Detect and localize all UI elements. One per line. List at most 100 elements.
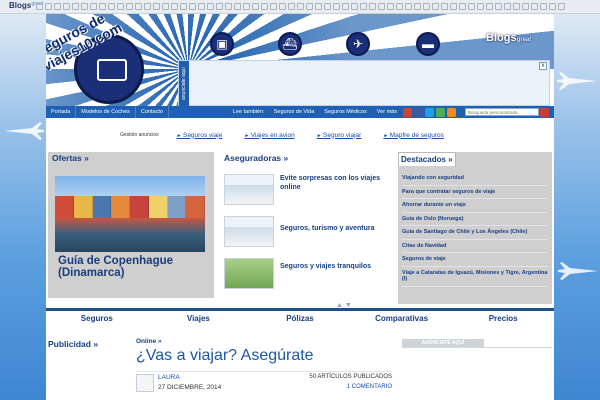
destacados-title[interactable]: Destacados » [398, 152, 456, 166]
publicidad-title[interactable]: Publicidad » [48, 339, 98, 349]
item-thumbnail[interactable] [224, 174, 274, 205]
toolbar-icon[interactable] [495, 3, 502, 10]
ofertas-caption[interactable]: Guía de Copenhague (Dinamarca) [58, 255, 208, 279]
toolbar-icon[interactable] [549, 3, 556, 10]
toolbar-icon[interactable] [324, 3, 331, 10]
menu-item-seguros[interactable]: Seguros [46, 314, 148, 323]
toolbar-icon[interactable] [360, 3, 367, 10]
toolbar-icon[interactable] [261, 3, 268, 10]
toolbar-icon[interactable] [225, 3, 232, 10]
copenhague-photo[interactable] [55, 176, 205, 252]
item-title[interactable]: Seguros y viajes tranquilos [280, 262, 392, 271]
item-title[interactable]: Seguros, turismo y aventura [280, 224, 392, 233]
toolbar-icon[interactable] [63, 3, 70, 10]
toolbar-icon[interactable] [117, 3, 124, 10]
anunciate-aqui-tab[interactable]: ANÚNCIATE AQUÍ [402, 339, 484, 347]
toolbar-icon[interactable] [135, 3, 142, 10]
menu-item-comparativas[interactable]: Comparativas [351, 314, 453, 323]
header-ad-banner[interactable]: anunciate aquí x [178, 60, 550, 106]
toolbar-icon[interactable] [558, 3, 565, 10]
toolbar-icon[interactable] [108, 3, 115, 10]
car-icon[interactable]: ▬ [416, 32, 440, 56]
toolbar-icon[interactable] [540, 3, 547, 10]
toolbar-icon[interactable] [207, 3, 214, 10]
toolbar-icon[interactable] [522, 3, 529, 10]
toolbar-icon[interactable] [180, 3, 187, 10]
toolbar-icon[interactable] [162, 3, 169, 10]
ad-link-viajes-avion[interactable]: Viajes en avion [244, 132, 295, 139]
toolbar-icon[interactable] [405, 3, 412, 10]
toolbar-icon[interactable] [216, 3, 223, 10]
ad-link-seguros-viaje[interactable]: Seguros viaje [177, 132, 222, 139]
toolbar-icon[interactable] [450, 3, 457, 10]
toolbar-icon[interactable] [252, 3, 259, 10]
rss-icon[interactable] [446, 107, 456, 117]
nav-link-ver-mas[interactable]: Ver más [372, 109, 402, 115]
toolbar-icon[interactable] [486, 3, 493, 10]
menu-item-polizas[interactable]: Pólizas [249, 314, 351, 323]
toolbar-icon[interactable] [234, 3, 241, 10]
facebook-icon[interactable] [413, 107, 423, 117]
list-item[interactable]: Seguros de viaje [402, 253, 548, 267]
nav-item-modelos[interactable]: Modelos de Coches [76, 106, 136, 118]
menu-item-viajes[interactable]: Viajes [148, 314, 250, 323]
list-item[interactable]: Guia de Santiago de Chile y Los Ángeles … [402, 226, 548, 240]
nav-item-contacto[interactable]: Contacto [136, 106, 169, 118]
list-item[interactable]: Citas de Navidad [402, 240, 548, 253]
post-author[interactable]: LAURA [158, 374, 180, 381]
toolbar-icon[interactable] [99, 3, 106, 10]
toolbar-icon[interactable] [459, 3, 466, 10]
toolbar-icon[interactable] [306, 3, 313, 10]
toolbar-icon[interactable] [342, 3, 349, 10]
toolbar-icon[interactable] [396, 3, 403, 10]
toolbar-icon[interactable] [315, 3, 322, 10]
toolbar-icon[interactable] [72, 3, 79, 10]
category-online[interactable]: Online » [136, 338, 162, 345]
skype-icon[interactable] [424, 107, 434, 117]
toolbar-icon[interactable] [477, 3, 484, 10]
search-icon[interactable] [539, 107, 549, 117]
toolbar-icon[interactable] [504, 3, 511, 10]
nav-item-portada[interactable]: Portada [46, 106, 77, 118]
menu-item-precios[interactable]: Precios [452, 314, 554, 323]
toolbar-icon[interactable] [171, 3, 178, 10]
ad-close-icon[interactable]: x [539, 62, 547, 70]
ship-icon[interactable]: ⛴ [278, 32, 302, 56]
toolbar-icon[interactable] [387, 3, 394, 10]
avatar[interactable] [136, 374, 154, 392]
toolbar-icon[interactable] [54, 3, 61, 10]
list-item[interactable]: Guia de Oslo (Noruega) [402, 213, 548, 226]
aseguradoras-title[interactable]: Aseguradoras » [224, 153, 392, 163]
search-input[interactable]: Búsqueda personalizada [464, 108, 539, 116]
great-blogs-logo[interactable]: Blogsgreat [486, 32, 531, 44]
list-item[interactable]: Viaje a Cataratas de Iguazú, Misiones y … [402, 267, 548, 287]
toolbar-icon[interactable] [198, 3, 205, 10]
item-title[interactable]: Evite sorpresas con los viajes online [280, 174, 392, 192]
toolbar-icon[interactable] [441, 3, 448, 10]
item-thumbnail[interactable] [224, 258, 274, 289]
gestion-anuncios-label[interactable]: Gestión anuncios [120, 132, 159, 138]
toolbar-icon[interactable] [279, 3, 286, 10]
toolbar-icon[interactable] [423, 3, 430, 10]
post-title[interactable]: ¿Vas a viajar? Asegúrate [136, 347, 314, 365]
list-item[interactable]: Viajando con seguridad [402, 172, 548, 186]
ofertas-title[interactable]: Ofertas » [52, 153, 89, 163]
nav-link-medicos[interactable]: Seguros Médicos [319, 109, 372, 115]
toolbar-icon[interactable] [333, 3, 340, 10]
toolbar-icon[interactable] [297, 3, 304, 10]
toolbar-icon[interactable] [81, 3, 88, 10]
ad-link-seguro-viajar[interactable]: Seguro viajar [317, 132, 361, 139]
bus-icon[interactable]: ▣ [210, 32, 234, 56]
toolbar-icon[interactable] [90, 3, 97, 10]
toolbar-icon[interactable] [414, 3, 421, 10]
toolbar-icon[interactable] [45, 3, 52, 10]
nav-link-vida[interactable]: Seguros de Vida [269, 109, 320, 115]
email-icon[interactable] [435, 107, 445, 117]
list-item[interactable]: Ahorrar durante un viaje [402, 199, 548, 213]
toolbar-icon[interactable] [126, 3, 133, 10]
item-thumbnail[interactable] [224, 216, 274, 247]
toolbar-icon[interactable] [243, 3, 250, 10]
plane-icon[interactable]: ✈ [346, 32, 370, 56]
comments-link[interactable]: 1 COMENTARIO [347, 384, 392, 390]
toolbar-icon[interactable] [144, 3, 151, 10]
